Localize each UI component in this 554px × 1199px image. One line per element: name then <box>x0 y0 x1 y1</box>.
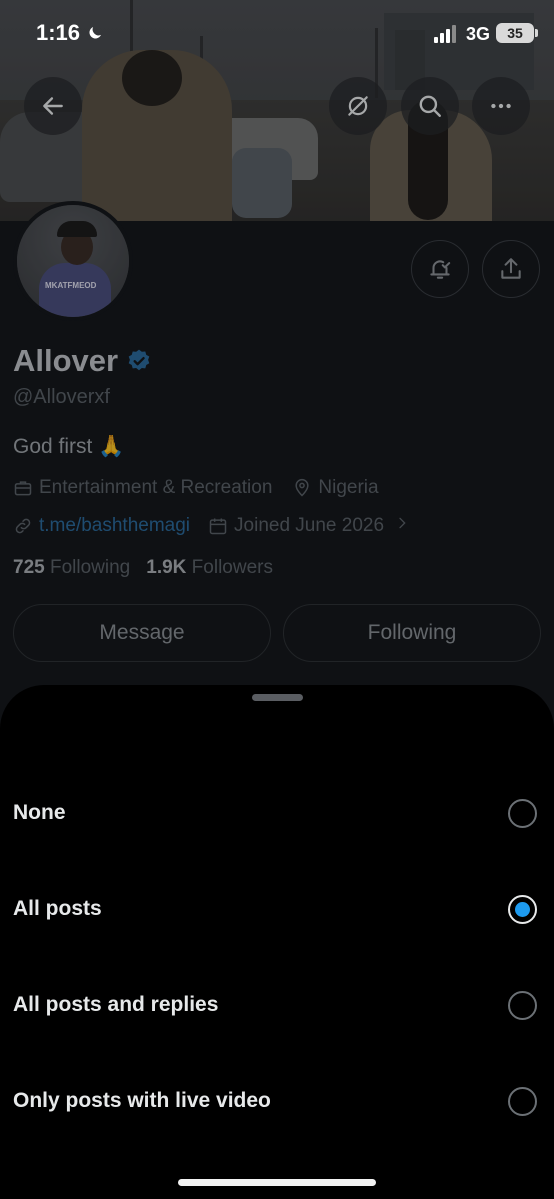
radio-button-selected[interactable] <box>508 894 537 924</box>
option-all-posts[interactable]: All posts <box>0 879 554 939</box>
sheet-grabber[interactable] <box>252 694 303 701</box>
notification-settings-sheet: None All posts All posts and replies Onl… <box>0 685 554 1199</box>
radio-button[interactable] <box>508 1086 537 1116</box>
option-label: None <box>13 801 66 824</box>
radio-button[interactable] <box>508 798 537 828</box>
status-bar: 1:16 3G 35 <box>0 0 554 62</box>
option-label: Only posts with live video <box>13 1089 271 1112</box>
status-time: 1:16 <box>36 20 104 46</box>
signal-icon <box>434 25 456 43</box>
radio-button[interactable] <box>508 990 537 1020</box>
status-time-text: 1:16 <box>36 20 81 45</box>
moon-icon <box>89 27 102 39</box>
option-all-posts-and-replies[interactable]: All posts and replies <box>0 975 554 1035</box>
battery-level: 35 <box>507 25 523 41</box>
home-indicator[interactable] <box>178 1179 376 1186</box>
option-none[interactable]: None <box>0 783 554 843</box>
network-type: 3G <box>466 24 491 44</box>
option-label: All posts and replies <box>13 993 219 1016</box>
option-label: All posts <box>13 897 102 920</box>
option-live-video-only[interactable]: Only posts with live video <box>0 1071 554 1131</box>
battery-icon: 35 <box>496 23 538 43</box>
